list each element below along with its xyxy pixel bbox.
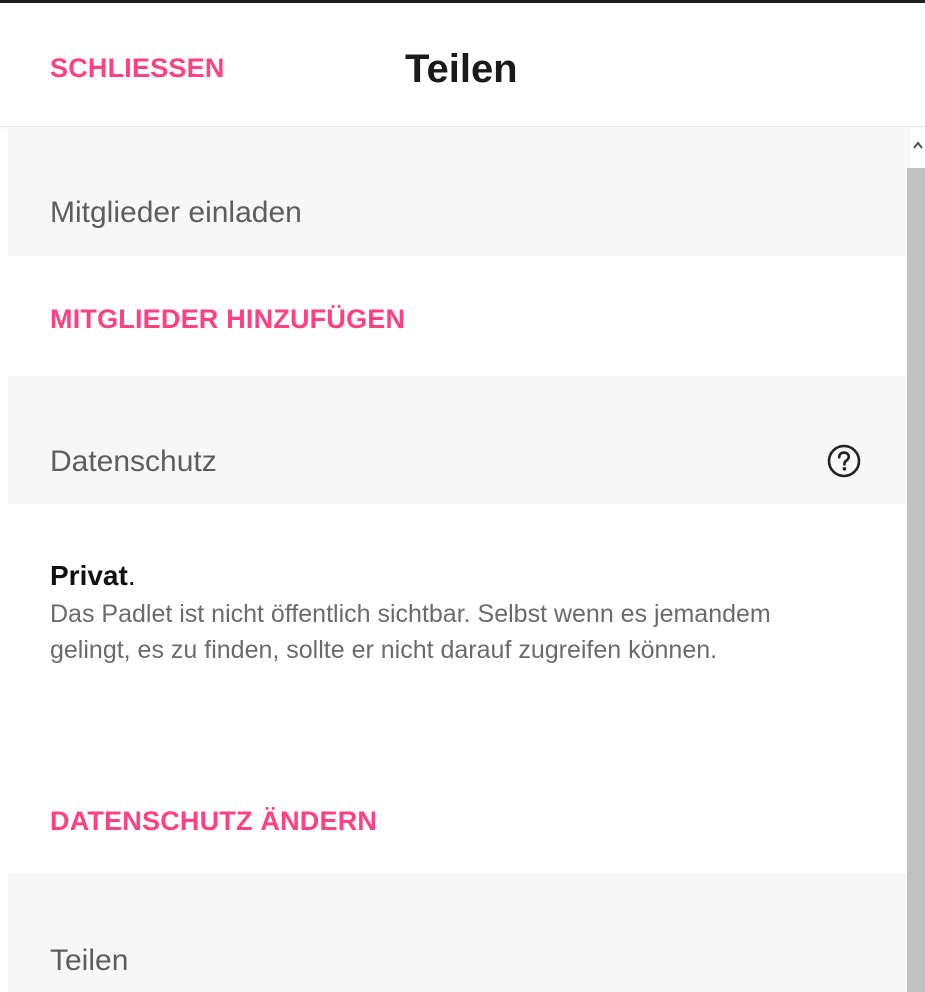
privacy-status-value: Privat (50, 560, 128, 591)
privacy-description: Das Padlet ist nicht öffentlich sichtbar… (50, 600, 771, 664)
share-section-heading: Teilen (50, 944, 129, 977)
scrollbar-thumb[interactable] (907, 168, 925, 992)
close-button[interactable]: SCHLIESSEN (50, 53, 225, 83)
privacy-status-block: Privat. Das Padlet ist nicht öffentlich … (8, 504, 910, 874)
privacy-section-heading: Datenschutz (50, 445, 217, 478)
privacy-status-title: Privat. (50, 560, 136, 592)
invite-section-header: Mitglieder einladen (8, 128, 910, 256)
invite-section-heading: Mitglieder einladen (50, 196, 302, 229)
privacy-status-suffix: . (127, 560, 136, 591)
help-circle-icon[interactable] (826, 443, 862, 479)
privacy-section-header: Datenschutz (8, 376, 910, 504)
share-section-header: Teilen (8, 874, 910, 992)
invite-action-row: MITGLIEDER HINZUFÜGEN (8, 256, 910, 376)
scroll-up-arrow-icon[interactable] (913, 138, 923, 152)
page-title: Teilen (405, 47, 518, 91)
add-members-button[interactable]: MITGLIEDER HINZUFÜGEN (50, 304, 405, 334)
share-dialog-header: SCHLIESSEN Teilen (0, 3, 925, 127)
change-privacy-button[interactable]: DATENSCHUTZ ÄNDERN (50, 806, 377, 836)
share-content: Mitglieder einladen MITGLIEDER HINZUFÜGE… (8, 128, 910, 992)
share-panel: SCHLIESSEN Teilen Mitglieder einladen MI… (0, 0, 925, 992)
